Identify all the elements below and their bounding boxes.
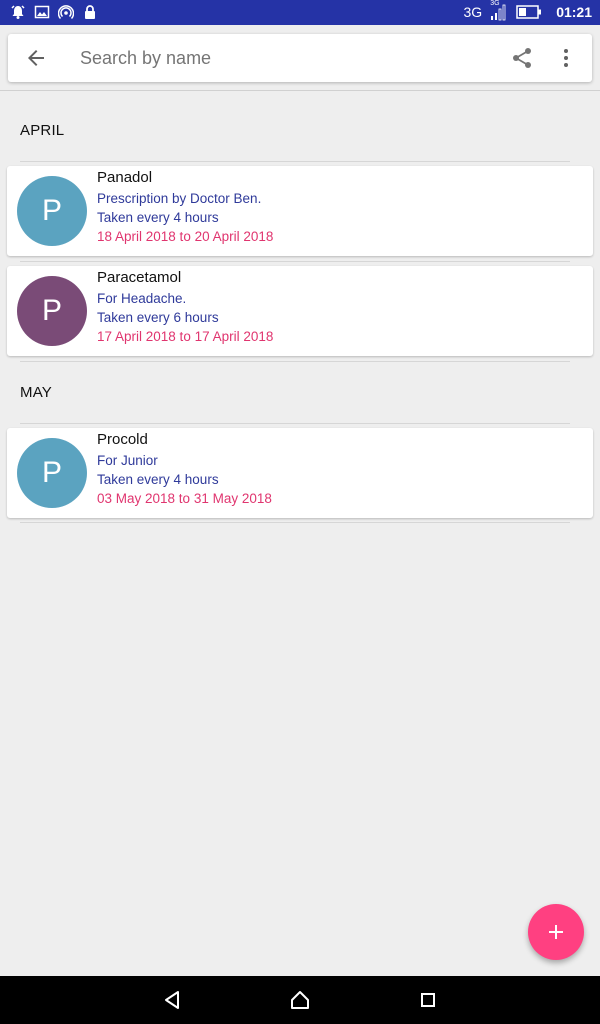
avatar: P bbox=[17, 176, 87, 246]
medication-frequency: Taken every 4 hours bbox=[97, 210, 219, 225]
medication-name: Panadol bbox=[97, 169, 153, 186]
medication-dates: 18 April 2018 to 20 April 2018 bbox=[97, 229, 274, 244]
avatar: P bbox=[17, 438, 87, 508]
medication-frequency: Taken every 4 hours bbox=[97, 472, 219, 487]
month-header-april: APRIL bbox=[20, 122, 65, 139]
alarm-icon bbox=[11, 5, 25, 19]
lock-icon bbox=[85, 5, 95, 19]
signal-group: 3G bbox=[490, 0, 508, 21]
medication-frequency: Taken every 6 hours bbox=[97, 310, 219, 325]
avatar: P bbox=[17, 276, 87, 346]
system-nav-bar bbox=[0, 976, 600, 1024]
card-divider bbox=[20, 261, 570, 262]
search-input[interactable] bbox=[80, 34, 480, 82]
medication-name: Procold bbox=[97, 431, 148, 448]
month-header-may: MAY bbox=[20, 384, 52, 401]
card-divider bbox=[20, 522, 570, 523]
hotspot-icon bbox=[58, 5, 74, 20]
medication-card-procold[interactable]: P Procold For Junior Taken every 4 hours… bbox=[7, 428, 593, 518]
status-bar: 3G 3G 01:21 bbox=[0, 0, 600, 25]
add-medication-button[interactable] bbox=[528, 904, 584, 960]
plus-icon bbox=[549, 925, 563, 939]
medication-card-paracetamol[interactable]: P Paracetamol For Headache. Taken every … bbox=[7, 266, 593, 356]
medication-note: Prescription by Doctor Ben. bbox=[97, 191, 262, 206]
medication-note: For Junior bbox=[97, 453, 158, 468]
search-bar bbox=[8, 34, 592, 82]
signal-icon bbox=[491, 4, 506, 21]
section-divider bbox=[20, 423, 570, 424]
nav-back-icon[interactable] bbox=[160, 988, 184, 1012]
card-divider bbox=[20, 361, 570, 362]
toolbar-divider bbox=[0, 90, 600, 91]
medication-card-panadol[interactable]: P Panadol Prescription by Doctor Ben. Ta… bbox=[7, 166, 593, 256]
section-divider bbox=[20, 161, 570, 162]
battery-icon bbox=[516, 5, 542, 19]
nav-recents-icon[interactable] bbox=[416, 988, 440, 1012]
medication-name: Paracetamol bbox=[97, 269, 182, 286]
medication-dates: 03 May 2018 to 31 May 2018 bbox=[97, 491, 272, 506]
medication-note: For Headache. bbox=[97, 291, 187, 306]
nav-home-icon[interactable] bbox=[288, 988, 312, 1012]
image-icon bbox=[34, 5, 50, 19]
medication-dates: 17 April 2018 to 17 April 2018 bbox=[97, 329, 274, 344]
back-arrow-icon[interactable] bbox=[24, 46, 48, 70]
more-vert-icon[interactable] bbox=[554, 46, 578, 70]
network-type: 3G bbox=[463, 4, 483, 20]
share-icon[interactable] bbox=[510, 46, 534, 70]
clock: 01:21 bbox=[556, 4, 592, 20]
